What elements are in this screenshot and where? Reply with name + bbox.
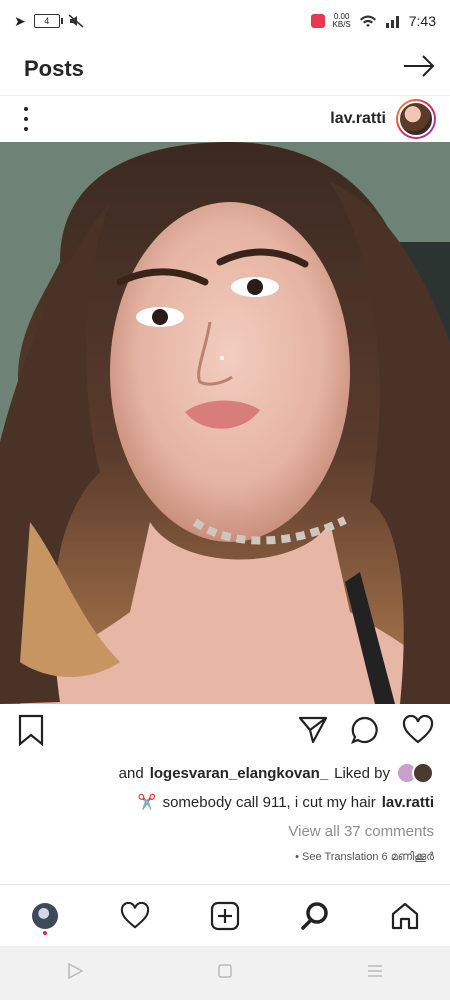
send-icon xyxy=(298,716,328,743)
selfie-image xyxy=(0,142,450,704)
share-button[interactable] xyxy=(298,715,328,750)
sys-menu-button[interactable] xyxy=(366,963,384,984)
signal-icon xyxy=(385,16,399,28)
liked-by-user[interactable]: logesvaran_elangkovan_ xyxy=(150,765,328,782)
mute-icon xyxy=(68,14,84,28)
post-actions xyxy=(0,704,450,760)
see-translation-link[interactable]: • See Translation xyxy=(295,851,378,863)
search-icon xyxy=(301,902,328,930)
profile-avatar-icon xyxy=(32,903,58,929)
heart-icon xyxy=(120,902,150,929)
notification-arrow-icon: ➤ xyxy=(14,12,26,29)
add-post-icon xyxy=(210,901,240,931)
app-notification-icon xyxy=(310,14,325,28)
bottom-nav xyxy=(0,884,450,947)
nav-activity[interactable] xyxy=(110,891,160,941)
net-speed-unit: KB/S xyxy=(332,20,351,29)
action-group xyxy=(298,714,434,750)
system-nav xyxy=(0,946,450,1000)
avatar-image xyxy=(398,101,434,137)
menu-icon xyxy=(367,964,382,977)
triangle-back-icon xyxy=(68,962,84,979)
view-comments-link[interactable]: View all 37 comments xyxy=(288,823,434,840)
caption: ✂️ somebody call 911, i cut my hair lav.… xyxy=(137,793,434,812)
net-speed: 0.00 KB/S xyxy=(333,13,351,29)
nav-search[interactable] xyxy=(290,891,340,941)
wifi-icon xyxy=(359,15,376,27)
likes-prefix: Liked by xyxy=(334,764,390,782)
liker-avatars xyxy=(396,762,434,784)
post-user[interactable]: lav.ratti xyxy=(330,99,436,139)
liker-avatar xyxy=(412,762,434,784)
bookmark-icon xyxy=(18,714,44,746)
status-right: 0.00 KB/S 7:43 xyxy=(310,13,436,29)
more-options-button[interactable] xyxy=(22,107,30,131)
nav-profile[interactable] xyxy=(20,891,70,941)
likes-line[interactable]: and logesvaran_elangkovan_ Liked by xyxy=(119,762,434,784)
comment-icon xyxy=(351,716,378,744)
post-photo[interactable] xyxy=(0,142,450,704)
like-button[interactable] xyxy=(402,714,434,750)
battery-icon: 4 xyxy=(33,14,63,28)
heart-icon xyxy=(402,714,434,743)
status-bar: ➤ 4 0.00 KB/S 7:43 xyxy=(0,0,450,42)
home-icon xyxy=(391,902,419,930)
posts-header: Posts xyxy=(0,42,450,96)
post-meta: • See Translation 6 മണിക്കൂർ xyxy=(295,851,434,864)
caption-emoji: ✂️ xyxy=(137,794,157,811)
post-header: lav.ratti xyxy=(0,96,450,142)
caption-username[interactable]: lav.ratti xyxy=(382,794,434,811)
clock: 7:43 xyxy=(408,13,436,29)
likes-suffix: and xyxy=(118,764,144,782)
comment-button[interactable] xyxy=(350,715,380,750)
battery-level: 4 xyxy=(44,16,50,26)
nav-home[interactable] xyxy=(380,891,430,941)
sys-home-button[interactable] xyxy=(217,963,233,984)
arrow-icon xyxy=(404,55,435,77)
caption-text: somebody call 911, i cut my hair xyxy=(162,793,376,811)
sys-back-button[interactable] xyxy=(66,962,84,985)
save-button[interactable] xyxy=(16,714,46,751)
post-time: 6 മണിക്കൂർ xyxy=(381,851,434,863)
back-button[interactable] xyxy=(402,54,436,83)
status-left: ➤ 4 xyxy=(14,13,84,30)
nav-add-post[interactable] xyxy=(200,891,250,941)
avatar[interactable] xyxy=(396,99,436,139)
post-username[interactable]: lav.ratti xyxy=(330,110,386,128)
square-home-icon xyxy=(218,963,232,978)
notification-dot xyxy=(43,931,47,935)
page-title: Posts xyxy=(24,55,84,81)
